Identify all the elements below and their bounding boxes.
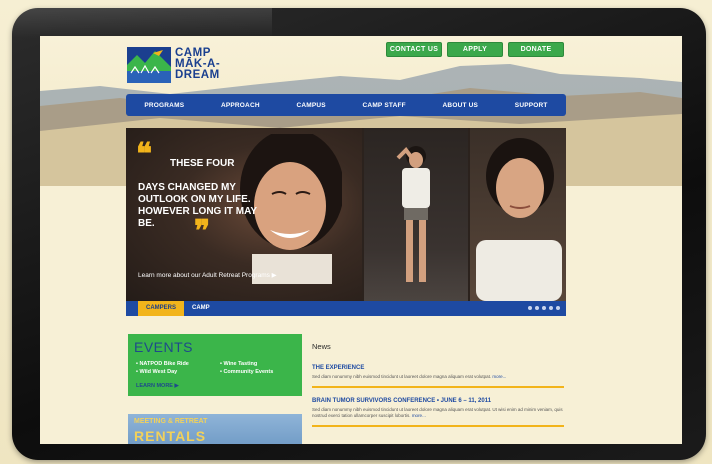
news-more-link[interactable]: more... bbox=[492, 374, 506, 379]
slider-dots[interactable] bbox=[528, 306, 560, 310]
news-heading: News bbox=[312, 342, 331, 351]
nav-item-about-us[interactable]: ABOUT US bbox=[443, 102, 479, 109]
hero-tab-bar: CAMPERS CAMP bbox=[126, 301, 566, 316]
slider-dot[interactable] bbox=[549, 306, 553, 310]
donate-button[interactable]: DONATE bbox=[508, 42, 564, 57]
open-quote-icon: ❝ bbox=[136, 138, 153, 171]
divider bbox=[312, 425, 564, 427]
event-item[interactable]: • Community Events bbox=[220, 369, 273, 375]
rentals-banner[interactable]: MEETING & RETREAT RENTALS bbox=[128, 414, 302, 444]
events-panel: EVENTS • NATPOD Bike Ride • Wild West Da… bbox=[128, 334, 302, 396]
apply-button[interactable]: APPLY bbox=[447, 42, 503, 57]
news-item-body: Sed diam nonummy nibh euismod tincidunt … bbox=[312, 374, 564, 380]
nav-item-support[interactable]: SUPPORT bbox=[515, 102, 548, 109]
news-item-title[interactable]: THE EXPERIENCE bbox=[312, 365, 564, 371]
hero-photo-standing bbox=[364, 128, 468, 301]
hero-learn-more-link[interactable]: Learn more about our Adult Retreat Progr… bbox=[138, 271, 277, 279]
main-nav: PROGRAMS APPROACH CAMPUS CAMP STAFF ABOU… bbox=[126, 94, 566, 116]
logo-line-3: DREAM bbox=[175, 69, 220, 81]
rentals-line-1: MEETING & RETREAT bbox=[134, 418, 208, 425]
camp-logo[interactable]: CAMP MĀK-A- DREAM bbox=[127, 47, 229, 87]
event-item[interactable]: • Wild West Day bbox=[136, 369, 177, 375]
news-item-text: Sed diam nonummy nibh euismod tincidunt … bbox=[312, 374, 492, 379]
tab-campers[interactable]: CAMPERS bbox=[138, 301, 185, 316]
slider-dot[interactable] bbox=[556, 306, 560, 310]
news-item: BRAIN TUMOR SURVIVORS CONFERENCE • JUNE … bbox=[312, 398, 564, 427]
portrait-figure bbox=[476, 138, 562, 301]
hero-banner[interactable]: ❝ THESE FOUR DAYS CHANGED MY OUTLOOK ON … bbox=[126, 128, 566, 301]
divider bbox=[312, 386, 564, 388]
top-buttons: CONTACT US APPLY DONATE bbox=[386, 42, 564, 57]
contact-us-button[interactable]: CONTACT US bbox=[386, 42, 442, 57]
news-section: News THE EXPERIENCE Sed diam nonummy nib… bbox=[312, 342, 564, 437]
news-more-link[interactable]: more... bbox=[412, 413, 426, 418]
nav-item-approach[interactable]: APPROACH bbox=[221, 102, 260, 109]
nav-item-programs[interactable]: PROGRAMS bbox=[144, 102, 184, 109]
slider-dot[interactable] bbox=[528, 306, 532, 310]
news-item-body: Sed diam nonummy nibh euismod tincidunt … bbox=[312, 407, 564, 419]
tab-camp[interactable]: CAMP bbox=[184, 301, 218, 316]
hero-quote-line1: THESE FOUR bbox=[170, 158, 235, 169]
news-item: THE EXPERIENCE Sed diam nonummy nibh eui… bbox=[312, 365, 564, 388]
event-item[interactable]: • NATPOD Bike Ride bbox=[136, 361, 189, 367]
slider-dot[interactable] bbox=[535, 306, 539, 310]
event-item[interactable]: • Wine Tasting bbox=[220, 361, 257, 367]
events-learn-more-link[interactable]: LEARN MORE ▶ bbox=[136, 383, 179, 389]
tablet-glare bbox=[12, 8, 272, 38]
close-quote-icon: ❞ bbox=[194, 215, 211, 248]
nav-item-campus[interactable]: CAMPUS bbox=[296, 102, 325, 109]
hero-photo-portrait bbox=[470, 128, 566, 301]
news-item-text: Sed diam nonummy nibh euismod tincidunt … bbox=[312, 407, 563, 418]
news-item-title[interactable]: BRAIN TUMOR SURVIVORS CONFERENCE • JUNE … bbox=[312, 398, 564, 404]
logo-mountain-icon bbox=[127, 47, 171, 83]
rentals-line-2: RENTALS bbox=[134, 428, 207, 444]
website-screen: CAMP MĀK-A- DREAM CONTACT US APPLY DONAT… bbox=[40, 36, 682, 444]
events-title: EVENTS bbox=[134, 339, 194, 355]
slider-dot[interactable] bbox=[542, 306, 546, 310]
standing-figure bbox=[396, 146, 430, 282]
nav-item-camp-staff[interactable]: CAMP STAFF bbox=[363, 102, 406, 109]
